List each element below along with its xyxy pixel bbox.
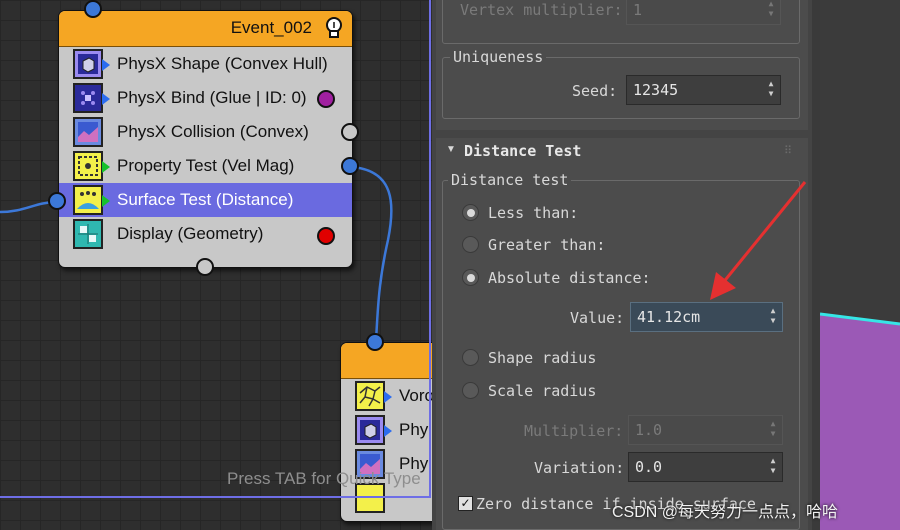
output-port-display[interactable] [317,227,335,245]
radio-shape-radius[interactable] [462,349,479,366]
spinner-arrows-icon[interactable]: ▲ ▼ [768,419,778,441]
operator-physx-bind[interactable]: PhysX Bind (Glue | ID: 0) [59,81,352,115]
operator-label: PhysX Shape (Convex Hull) [117,54,328,73]
radio-scale-radius[interactable] [462,382,479,399]
spinner-arrows-icon[interactable]: ▲ ▼ [768,306,778,328]
quick-type-hint: Press TAB for Quick Type [227,469,421,488]
scale-radius-label: Scale radius [488,382,597,400]
wire-property-test-to-event [350,165,393,343]
spinner-value: 12345 [633,81,679,99]
cube-icon [73,49,110,79]
operator-label: PhysX Collision (Convex) [117,122,309,141]
vertex-multiplier-spinner[interactable]: 1 ▲ ▼ [626,0,781,25]
input-port-surface-test[interactable] [48,192,66,210]
glue-icon [73,83,110,113]
purple-mesh-object[interactable] [820,0,900,530]
multiplier-spinner[interactable]: 1.0 ▲ ▼ [628,415,783,445]
spinner-arrows-icon[interactable]: ▲ ▼ [768,456,778,478]
spinner-value: 41.12cm [637,308,701,326]
event-node-2[interactable]: Voro Phy Phy [340,342,432,522]
spinner-arrows-icon[interactable]: ▲ ▼ [766,79,776,101]
radio-absolute-distance[interactable] [462,269,479,286]
operator-voronoi[interactable]: Voro [341,379,432,413]
zero-distance-checkbox[interactable]: ✓ [458,496,473,511]
spinner-value: 0.0 [635,458,663,476]
operator-physx-collision[interactable]: PhysX Collision (Convex) [59,115,352,149]
greater-than-label: Greater than: [488,236,606,254]
output-port-physx-collision[interactable] [341,123,359,141]
operator-display[interactable]: Display (Geometry) [59,217,352,251]
absolute-distance-label: Absolute distance: [488,269,651,287]
multiplier-label: Multiplier: [524,422,624,440]
operator-label: Surface Test (Distance) [117,190,294,209]
previous-rollout: Vertex multiplier: 1 ▲ ▼ Uniqueness Seed:… [436,0,808,130]
operator-label: Display (Geometry) [117,224,264,243]
event-header[interactable] [341,343,432,379]
variation-label: Variation: [534,459,625,477]
csdn-watermark: CSDN @每天努力一点点，哈哈 [612,504,839,521]
radio-less-than[interactable] [462,204,479,221]
value-spinner[interactable]: 41.12cm ▲ ▼ [630,302,783,332]
event-input-port[interactable] [84,0,102,18]
output-port-property-test[interactable] [341,157,359,175]
variation-spinner[interactable]: 0.0 ▲ ▼ [628,452,783,482]
voronoi-icon [355,381,392,411]
less-than-label: Less than: [488,204,579,222]
uniqueness-group-label: Uniqueness [450,48,547,66]
event-node[interactable]: Event_002 PhysX Shape (Convex Hull) Phys… [58,10,353,268]
operator-property-test[interactable]: Property Test (Vel Mag) [59,149,352,183]
vertex-multiplier-label: Vertex multiplier: [460,1,623,19]
value-label: Value: [570,309,625,327]
collapse-triangle-icon[interactable]: ▼ [446,144,456,155]
property-test-icon [73,151,110,181]
surface-test-icon [73,185,110,215]
event-2-input-port[interactable] [366,333,384,351]
spinner-arrows-icon[interactable]: ▲ ▼ [766,0,776,21]
rollout-title[interactable]: Distance Test [464,142,581,160]
operator-label: Property Test (Vel Mag) [117,156,295,175]
operator-physx-shape[interactable]: PhysX Shape (Convex Hull) [59,47,352,81]
spinner-value: 1.0 [635,421,663,439]
operator-label: PhysX Bind (Glue | ID: 0) [117,88,307,107]
annotation-arrow [710,181,807,300]
operator-label: Voro [399,386,432,405]
spinner-value: 1 [633,1,643,19]
rollout-grip-icon[interactable]: ⠿ [784,144,792,157]
cube-icon [355,415,392,445]
distance-test-group-label: Distance test [448,171,572,189]
event-output-port[interactable] [196,258,214,276]
event-title: Event_002 [230,18,312,37]
panel-scrollbar[interactable] [812,0,820,530]
event-header[interactable]: Event_002 [59,11,352,47]
seed-label: Seed: [572,82,618,100]
operator-physx-shape-2[interactable]: Phy [341,413,432,447]
operator-label: Phy [399,420,429,439]
shape-radius-label: Shape radius [488,349,597,367]
display-icon [73,219,103,249]
lightbulb-icon[interactable] [323,16,345,40]
operator-surface-test[interactable]: Surface Test (Distance) [59,183,352,217]
seed-spinner[interactable]: 12345 ▲ ▼ [626,75,781,105]
radio-greater-than[interactable] [462,236,479,253]
collision-icon [73,117,103,147]
particle-view-canvas[interactable]: Event_002 PhysX Shape (Convex Hull) Phys… [0,0,432,530]
output-port-physx-bind[interactable] [317,90,335,108]
